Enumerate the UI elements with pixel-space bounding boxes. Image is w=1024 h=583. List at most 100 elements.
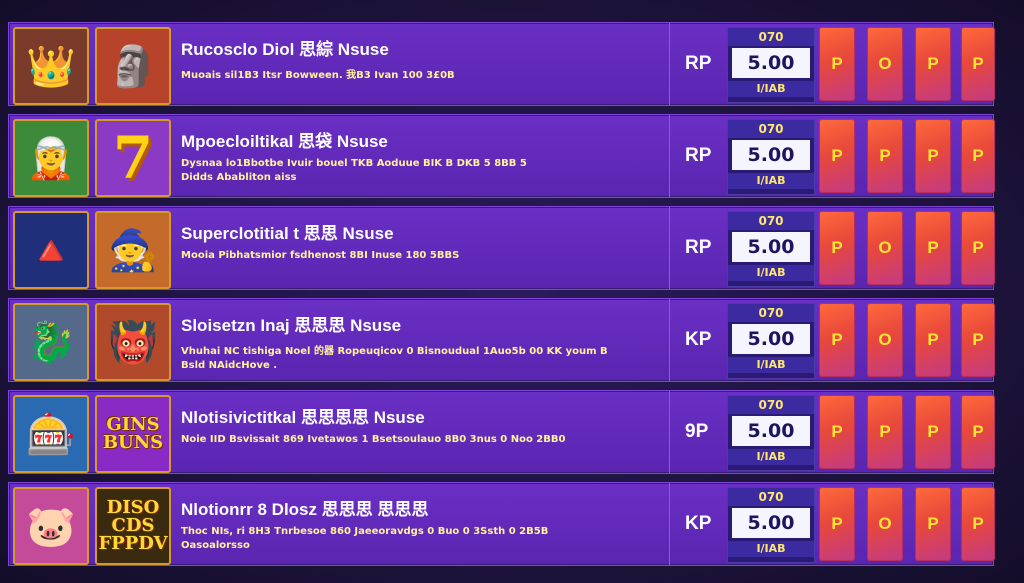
- row-divider: [669, 23, 670, 105]
- odds-bottom-label: I/IAB: [728, 173, 814, 189]
- bet-button[interactable]: P: [915, 395, 951, 469]
- bet-button[interactable]: O: [867, 487, 903, 561]
- seven-icon[interactable]: 7: [95, 119, 171, 197]
- odds-box[interactable]: 070 5.00 I/IAB: [727, 487, 815, 563]
- odds-box[interactable]: 070 5.00 I/IAB: [727, 303, 815, 379]
- odds-value: 5.00: [732, 232, 810, 262]
- odds-top-label: 070: [728, 304, 814, 322]
- bet-button[interactable]: P: [819, 303, 855, 377]
- warrior-icon-glyph: 👹: [108, 319, 158, 366]
- odds-top-label: 070: [728, 488, 814, 506]
- game-description: Thoc NIs, ri 8H3 Tnrbesoe 860 Jaeeoravdg…: [181, 526, 549, 537]
- odds-box[interactable]: 070 5.00 I/IAB: [727, 395, 815, 471]
- odds-bottom-label: I/IAB: [728, 357, 814, 373]
- game-title[interactable]: Nlotisivictitkal 思思思思 Nsuse: [181, 403, 671, 428]
- bet-button[interactable]: P: [915, 303, 951, 377]
- bet-button[interactable]: P: [819, 211, 855, 285]
- seven-icon-glyph: 7: [112, 124, 154, 192]
- game-row[interactable]: 🐷 DISO CDS FPPDV Nlotionrr 8 Dlosz 思思思 思思思…: [8, 482, 995, 566]
- odds-bottom-label: I/IAB: [728, 541, 814, 557]
- game-description-extra: Oasoalorsso: [181, 540, 250, 551]
- gold-icon-glyph: DISO CDS FPPDV: [98, 497, 168, 554]
- game-info: Rucosclo Diol 思綜 Nsuse Muoais sil1B3 Itsr…: [181, 35, 671, 81]
- currency-label: KP: [685, 329, 712, 350]
- pig-icon-glyph: 🐷: [26, 503, 76, 550]
- bet-button[interactable]: P: [961, 487, 995, 561]
- warrior-icon-glyph: 🗿: [108, 43, 158, 90]
- warrior-icon[interactable]: 🧙: [95, 211, 171, 289]
- odds-bottom-label: I/IAB: [728, 265, 814, 281]
- bet-button[interactable]: P: [819, 27, 855, 101]
- gems-icon[interactable]: GINS BUNS: [95, 395, 171, 473]
- game-description: Mooia Pibhatsmior fsdhenost 8BI Inuse 18…: [181, 250, 460, 261]
- bet-button[interactable]: O: [867, 27, 903, 101]
- game-description: Noie IID Bsvissait 869 Ivetawos 1 Bsetso…: [181, 434, 566, 445]
- odds-top-label: 070: [728, 28, 814, 46]
- bet-button[interactable]: P: [915, 487, 951, 561]
- odds-bottom-label: I/IAB: [728, 449, 814, 465]
- game-title[interactable]: Superclotitial t 思思 Nsuse: [181, 219, 671, 244]
- king-icon[interactable]: 👑: [13, 27, 89, 105]
- bet-button[interactable]: P: [961, 27, 995, 101]
- game-row[interactable]: 🎰 GINS BUNS Nlotisivictitkal 思思思思 Nsuse Noi…: [8, 390, 995, 474]
- odds-box[interactable]: 070 5.00 I/IAB: [727, 27, 815, 103]
- warrior-icon[interactable]: 🗿: [95, 27, 171, 105]
- bet-button[interactable]: P: [819, 119, 855, 193]
- odds-bottom-label: I/IAB: [728, 81, 814, 97]
- game-info: Mpoecloiltikal 思袋 Nsuse Dysnaa lo1Bbotbe …: [181, 127, 671, 183]
- odds-top-label: 070: [728, 120, 814, 138]
- odds-top-label: 070: [728, 212, 814, 230]
- odds-box[interactable]: 070 5.00 I/IAB: [727, 211, 815, 287]
- currency-label: RP: [685, 237, 712, 258]
- slot-reel-icon-glyph: 🎰: [26, 411, 76, 458]
- game-info: Sloisetzn Inaj 思思思 Nsuse Vhuhai NC tishig…: [181, 311, 671, 371]
- game-list: 👑 🗿 Rucosclo Diol 思綜 Nsuse Muoais sil1B3 It…: [8, 22, 995, 574]
- odds-value: 5.00: [732, 416, 810, 446]
- king-icon-glyph: 👑: [26, 43, 76, 90]
- dragon-icon-glyph: 🐉: [26, 319, 76, 366]
- game-description: Muoais sil1B3 Itsr Bowween. 我B3 Ivan 100…: [181, 70, 455, 81]
- game-info: Nlotionrr 8 Dlosz 思思思 思思思 Thoc NIs, ri 8H…: [181, 495, 671, 551]
- bet-button[interactable]: P: [961, 119, 995, 193]
- gem-icon[interactable]: 🔺: [13, 211, 89, 289]
- game-row[interactable]: 👑 🗿 Rucosclo Diol 思綜 Nsuse Muoais sil1B3 It…: [8, 22, 995, 106]
- bet-button[interactable]: P: [867, 395, 903, 469]
- bet-button[interactable]: O: [867, 211, 903, 285]
- row-divider: [669, 483, 670, 565]
- pig-icon[interactable]: 🐷: [13, 487, 89, 565]
- bet-button[interactable]: P: [915, 119, 951, 193]
- odds-top-label: 070: [728, 396, 814, 414]
- bet-button[interactable]: P: [819, 487, 855, 561]
- game-row[interactable]: 🔺 🧙 Superclotitial t 思思 Nsuse Mooia Pibhats…: [8, 206, 995, 290]
- currency-label: RP: [685, 145, 712, 166]
- bet-button[interactable]: P: [961, 211, 995, 285]
- odds-box[interactable]: 070 5.00 I/IAB: [727, 119, 815, 195]
- bet-button[interactable]: P: [915, 27, 951, 101]
- bet-button[interactable]: P: [867, 119, 903, 193]
- game-row[interactable]: 🧝 7 Mpoecloiltikal 思袋 Nsuse Dysnaa lo1Bbotb…: [8, 114, 995, 198]
- game-title[interactable]: Rucosclo Diol 思綜 Nsuse: [181, 35, 671, 60]
- odds-value: 5.00: [732, 140, 810, 170]
- row-divider: [669, 207, 670, 289]
- dragon-icon[interactable]: 🐉: [13, 303, 89, 381]
- gold-icon[interactable]: DISO CDS FPPDV: [95, 487, 171, 565]
- warrior-icon-glyph: 🧙: [108, 227, 158, 274]
- bet-button[interactable]: P: [915, 211, 951, 285]
- warrior-icon[interactable]: 🧝: [13, 119, 89, 197]
- warrior-icon[interactable]: 👹: [95, 303, 171, 381]
- game-title[interactable]: Mpoecloiltikal 思袋 Nsuse: [181, 127, 671, 152]
- game-description-extra: Bsld NAidcHove .: [181, 360, 278, 371]
- game-description: Vhuhai NC tishiga Noel 的器 Ropeuqicov 0 B…: [181, 346, 608, 357]
- game-row[interactable]: 🐉 👹 Sloisetzn Inaj 思思思 Nsuse Vhuhai NC tish…: [8, 298, 995, 382]
- bet-button[interactable]: P: [819, 395, 855, 469]
- game-description: Dysnaa lo1Bbotbe Ivuir bouel TKB Aoduue …: [181, 158, 527, 169]
- game-title[interactable]: Sloisetzn Inaj 思思思 Nsuse: [181, 311, 671, 336]
- game-title[interactable]: Nlotionrr 8 Dlosz 思思思 思思思: [181, 495, 671, 520]
- currency-label: KP: [685, 513, 712, 534]
- bet-button[interactable]: P: [961, 395, 995, 469]
- bet-button[interactable]: O: [867, 303, 903, 377]
- gems-icon-glyph: GINS BUNS: [102, 414, 164, 453]
- row-divider: [669, 391, 670, 473]
- bet-button[interactable]: P: [961, 303, 995, 377]
- slot-reel-icon[interactable]: 🎰: [13, 395, 89, 473]
